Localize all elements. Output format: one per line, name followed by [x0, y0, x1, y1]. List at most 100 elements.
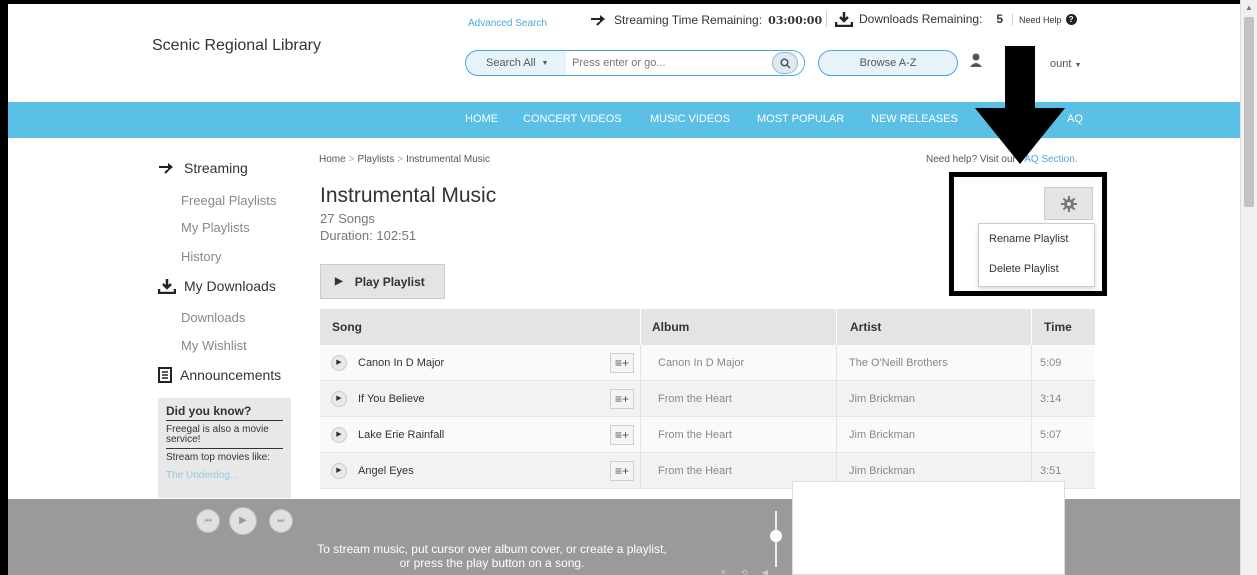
downloads-value: 5	[996, 12, 1004, 26]
player-instructions: To stream music, put cursor over album c…	[317, 542, 667, 570]
scroll-up-icon[interactable]: ▲	[1245, 3, 1253, 12]
play-button[interactable]: ▶	[229, 507, 257, 535]
sidebar-downloads-label: My Downloads	[184, 278, 276, 294]
play-song-button[interactable]: ▶	[331, 355, 347, 371]
album-name[interactable]: From the Heart	[658, 429, 732, 441]
sidebar-item-history[interactable]: History	[181, 249, 221, 264]
sidebar-announcements[interactable]: Announcements	[158, 367, 281, 383]
add-to-playlist-icon[interactable]: ≡+	[610, 353, 634, 373]
streaming-icon	[159, 163, 173, 174]
library-brand[interactable]: Scenic Regional Library	[152, 37, 321, 55]
add-to-playlist-icon[interactable]: ≡+	[610, 461, 634, 481]
streaming-time-remaining: Streaming Time Remaining: 03:00:00	[590, 13, 822, 27]
song-title[interactable]: Lake Erie Rainfall	[358, 429, 444, 441]
album-name[interactable]: Canon In D Major	[658, 357, 744, 369]
did-you-know-text: Stream top movies like:	[166, 452, 270, 463]
sidebar-item-my-wishlist[interactable]: My Wishlist	[181, 338, 247, 353]
annotation-arrow-icon	[975, 46, 1065, 164]
now-playing-panel	[792, 481, 1065, 575]
nav-home[interactable]: HOME	[465, 113, 498, 125]
sidebar-announcements-label: Announcements	[180, 367, 282, 383]
play-song-button[interactable]: ▶	[331, 427, 347, 443]
sidebar-streaming-label: Streaming	[184, 160, 248, 176]
browse-az-button[interactable]: Browse A-Z	[818, 50, 958, 76]
streaming-label: Streaming Time Remaining:	[614, 13, 763, 27]
nav-most-popular[interactable]: MOST POPULAR	[757, 113, 844, 125]
song-time: 5:07	[1040, 429, 1062, 441]
play-playlist-button[interactable]: ▶ Play Playlist	[320, 264, 445, 299]
play-icon: ▶	[335, 276, 343, 287]
nav-new-releases[interactable]: NEW RELEASES	[871, 113, 958, 125]
playlist-duration: Duration: 102:51	[320, 228, 417, 243]
search-scope-label: Search All	[486, 57, 536, 69]
album-name[interactable]: From the Heart	[658, 465, 732, 477]
screenshot-frame-left	[0, 0, 8, 575]
sidebar-streaming[interactable]: Streaming	[158, 160, 248, 176]
add-to-playlist-icon[interactable]: ≡+	[610, 425, 634, 445]
search-scope-select[interactable]: Search All ▼	[466, 57, 566, 69]
sidebar-item-freegal-playlists[interactable]: Freegal Playlists	[181, 193, 276, 208]
table-row[interactable]: ▶ Lake Erie Rainfall ≡+ From the Heart J…	[320, 417, 1095, 453]
nav-concert-videos[interactable]: CONCERT VIDEOS	[523, 113, 622, 125]
play-playlist-label: Play Playlist	[354, 274, 425, 289]
page-title: Instrumental Music	[320, 184, 497, 207]
col-time[interactable]: Time	[1044, 320, 1072, 334]
search-icon	[779, 57, 791, 69]
nav-faq[interactable]: AQ	[1067, 113, 1083, 125]
help-icon: ?	[1065, 14, 1077, 25]
artist-name[interactable]: Jim Brickman	[849, 465, 915, 477]
song-title[interactable]: Canon In D Major	[358, 357, 444, 369]
did-you-know-text: Freegal is also a movie service!	[166, 425, 283, 449]
caret-down-icon: ▼	[541, 59, 549, 67]
songs-table: Song Album Artist Time ▶ Canon In D Majo…	[320, 309, 1095, 489]
next-icon: ⏭	[277, 516, 285, 525]
search-button[interactable]	[772, 52, 798, 74]
sidebar-my-downloads[interactable]: My Downloads	[158, 278, 276, 294]
did-you-know-panel: Did you know? Freegal is also a movie se…	[158, 398, 291, 498]
annotation-highlight-box	[949, 172, 1107, 296]
add-to-playlist-icon[interactable]: ≡+	[610, 389, 634, 409]
did-you-know-movie-link[interactable]: The Underdog...	[166, 470, 283, 481]
search-input[interactable]	[566, 51, 804, 75]
song-title[interactable]: Angel Eyes	[358, 465, 414, 477]
table-row[interactable]: ▶ Canon In D Major ≡+ Canon In D Major T…	[320, 345, 1095, 381]
breadcrumb-playlists[interactable]: Playlists	[358, 154, 395, 165]
advanced-search-link[interactable]: Advanced Search	[468, 18, 547, 29]
table-row[interactable]: ▶ If You Believe ≡+ From the Heart Jim B…	[320, 381, 1095, 417]
col-album[interactable]: Album	[652, 320, 689, 334]
col-song[interactable]: Song	[332, 320, 362, 334]
need-help-label: Need Help	[1019, 14, 1062, 25]
sidebar-item-downloads[interactable]: Downloads	[181, 310, 245, 325]
playlist-song-count: 27 Songs	[320, 211, 375, 226]
nav-music-videos[interactable]: MUSIC VIDEOS	[650, 113, 730, 125]
download-icon	[835, 12, 853, 27]
song-time: 3:14	[1040, 393, 1062, 405]
player-controls-icons[interactable]: ✕ ⟲ ◀	[720, 568, 774, 575]
song-title[interactable]: If You Believe	[358, 393, 425, 405]
play-song-button[interactable]: ▶	[331, 463, 347, 479]
artist-name[interactable]: The O'Neill Brothers	[849, 357, 948, 369]
next-track-button[interactable]: ⏭	[269, 509, 293, 533]
scrollbar-thumb[interactable]	[1244, 17, 1254, 207]
download-icon	[158, 279, 176, 294]
sidebar-item-my-playlists[interactable]: My Playlists	[181, 220, 250, 235]
album-name[interactable]: From the Heart	[658, 393, 732, 405]
need-help-link[interactable]: Need Help ?	[1012, 14, 1077, 25]
col-artist[interactable]: Artist	[850, 320, 881, 334]
downloads-label: Downloads Remaining:	[859, 12, 983, 26]
breadcrumb: Home > Playlists > Instrumental Music	[319, 154, 490, 165]
artist-name[interactable]: Jim Brickman	[849, 429, 915, 441]
song-time: 5:09	[1040, 357, 1062, 369]
breadcrumb-home[interactable]: Home	[319, 154, 346, 165]
streaming-icon	[591, 15, 605, 26]
play-icon: ▶	[239, 515, 247, 526]
play-song-button[interactable]: ▶	[331, 391, 347, 407]
did-you-know-title: Did you know?	[166, 404, 283, 421]
search-bar: Search All ▼	[465, 50, 805, 76]
volume-slider-handle[interactable]	[770, 530, 782, 542]
downloads-remaining: Downloads Remaining: 5	[826, 11, 1003, 27]
artist-name[interactable]: Jim Brickman	[849, 393, 915, 405]
previous-track-button[interactable]: ⏮	[196, 509, 220, 533]
previous-icon: ⏮	[204, 516, 212, 525]
page-scrollbar[interactable]: ▲	[1240, 0, 1257, 575]
